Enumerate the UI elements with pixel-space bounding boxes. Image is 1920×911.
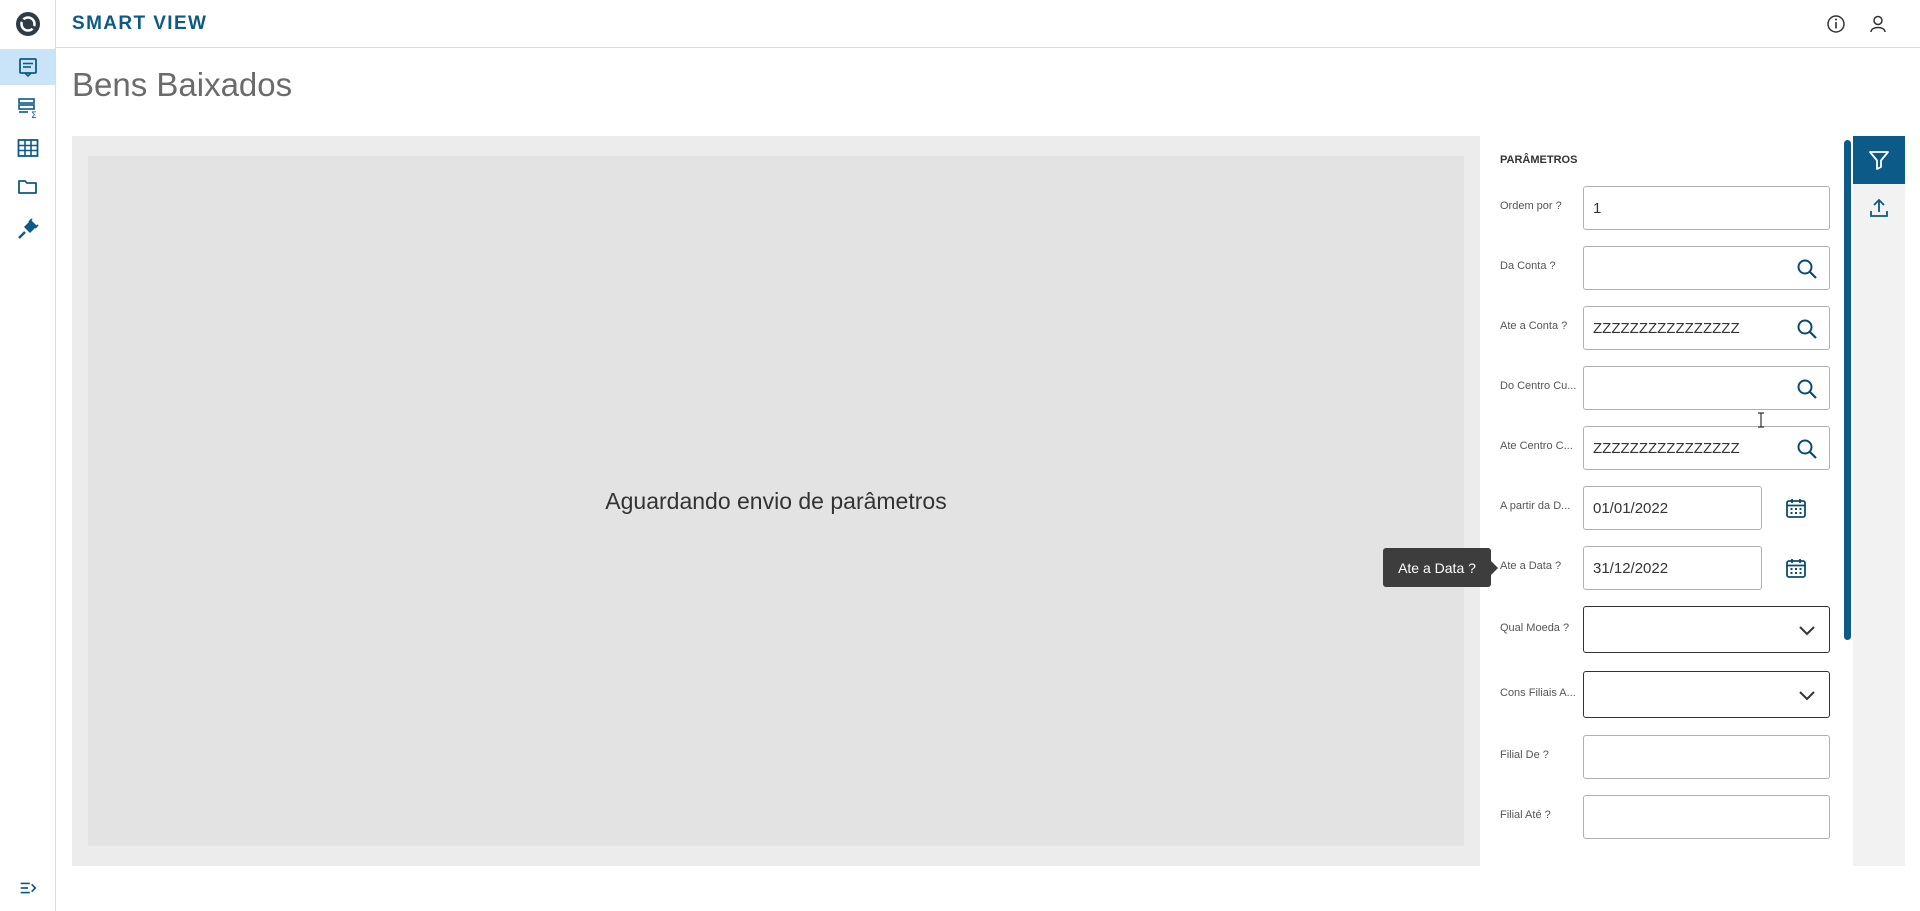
param-label-qual-moeda: Qual Moeda ? <box>1500 622 1570 634</box>
expand-menu-icon <box>20 882 37 894</box>
user-icon[interactable] <box>1866 12 1890 36</box>
param-label-a-partir-data: A partir da D... <box>1500 500 1571 512</box>
search-icon[interactable] <box>1795 377 1819 401</box>
param-value-ate-conta: ZZZZZZZZZZZZZZZZ <box>1593 319 1740 337</box>
param-input-ate-centro[interactable]: ZZZZZZZZZZZZZZZZ <box>1583 426 1830 470</box>
report-content-area: Aguardando envio de parâmetros <box>72 136 1480 866</box>
filter-button[interactable] <box>1853 136 1905 184</box>
param-select-qual-moeda[interactable] <box>1583 606 1830 653</box>
param-label-ate-data: Ate a Data ? <box>1500 560 1562 572</box>
param-select-cons-filiais[interactable] <box>1583 671 1830 718</box>
param-label-ordem: Ordem por ? <box>1500 200 1562 212</box>
tooltip-text: Ate a Data ? <box>1398 559 1476 576</box>
search-icon[interactable] <box>1795 257 1819 281</box>
chevron-down-icon <box>1799 691 1815 701</box>
text-cursor-icon <box>1758 412 1764 428</box>
sidebar-item-sum-reports[interactable]: Σ <box>0 89 55 125</box>
waiting-message: Aguardando envio de parâmetros <box>605 488 947 514</box>
chevron-down-icon <box>1799 626 1815 636</box>
tooltip: Ate a Data ? <box>1383 548 1498 587</box>
search-icon[interactable] <box>1795 317 1819 341</box>
param-input-a-partir-data[interactable]: 01/01/2022 <box>1583 486 1762 530</box>
param-input-filial-ate[interactable] <box>1583 795 1830 839</box>
top-header: SMART VIEW <box>56 0 1920 48</box>
filter-icon <box>1869 151 1889 170</box>
param-input-ate-data[interactable]: 31/12/2022 <box>1583 546 1762 590</box>
sidebar: Σ <box>0 0 56 911</box>
param-input-filial-de[interactable] <box>1583 735 1830 779</box>
svg-text:Σ: Σ <box>31 111 37 119</box>
param-label-ate-centro: Ate Centro C... <box>1500 440 1573 452</box>
sidebar-item-folders[interactable] <box>0 169 55 205</box>
expand-menu-button[interactable] <box>0 870 55 906</box>
param-input-do-centro[interactable] <box>1583 366 1830 410</box>
table-icon <box>17 139 38 157</box>
parameters-panel: PARÂMETROS Ordem por ? 1 Da Conta ? Ate … <box>1480 136 1852 866</box>
param-label-ate-conta: Ate a Conta ? <box>1500 320 1568 332</box>
param-value-ate-centro: ZZZZZZZZZZZZZZZZ <box>1593 439 1740 457</box>
sidebar-item-tables[interactable] <box>0 130 55 166</box>
param-value-ate-data: 31/12/2022 <box>1593 559 1669 577</box>
sidebar-item-plugins[interactable] <box>0 211 55 247</box>
param-input-ate-conta[interactable]: ZZZZZZZZZZZZZZZZ <box>1583 306 1830 350</box>
calendar-icon[interactable] <box>1784 496 1808 520</box>
param-label-filial-de: Filial De ? <box>1500 749 1549 761</box>
sidebar-item-reports[interactable] <box>0 49 55 85</box>
export-button[interactable] <box>1853 184 1905 232</box>
param-label-do-centro: Do Centro Cu... <box>1500 380 1577 392</box>
search-icon[interactable] <box>1795 437 1819 461</box>
plug-icon <box>17 218 39 239</box>
sum-list-icon: Σ <box>17 98 37 119</box>
params-scrollbar[interactable] <box>1844 140 1851 640</box>
param-label-da-conta: Da Conta ? <box>1500 260 1556 272</box>
parameters-title: PARÂMETROS <box>1500 154 1578 166</box>
right-toolbar <box>1853 136 1905 866</box>
param-label-cons-filiais: Cons Filiais A... <box>1500 687 1576 699</box>
info-icon[interactable] <box>1824 12 1848 36</box>
page-title: Bens Baixados <box>72 66 293 103</box>
app-title: SMART VIEW <box>72 13 208 34</box>
calendar-icon[interactable] <box>1784 556 1808 580</box>
param-label-filial-ate: Filial Até ? <box>1500 809 1551 821</box>
export-icon <box>1870 198 1888 217</box>
param-value-ordem: 1 <box>1593 199 1602 217</box>
folder-icon <box>17 180 37 194</box>
param-input-da-conta[interactable] <box>1583 246 1830 290</box>
param-input-ordem[interactable]: 1 <box>1583 186 1830 230</box>
param-value-a-partir-data: 01/01/2022 <box>1593 499 1669 517</box>
report-icon <box>18 58 37 78</box>
app-logo-icon[interactable] <box>14 10 42 38</box>
